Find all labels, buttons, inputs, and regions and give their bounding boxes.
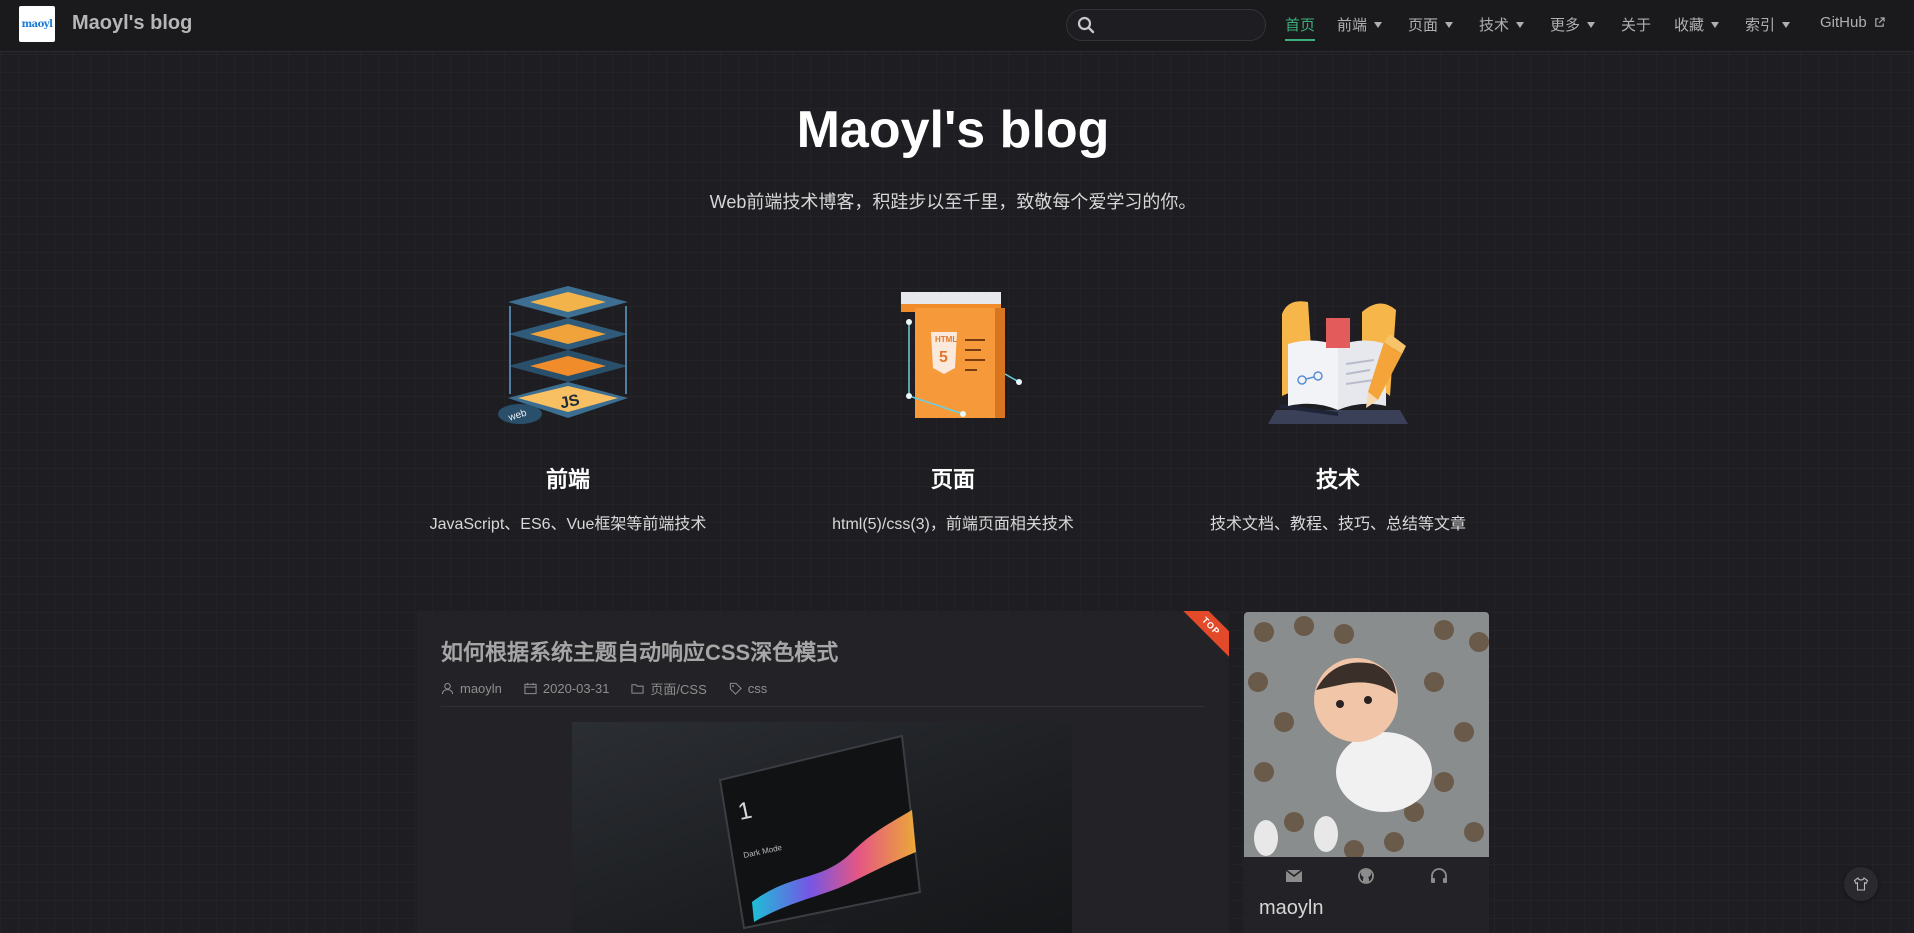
feature-title: 技术 — [1315, 467, 1360, 492]
html5-page-icon: HTML 5 — [901, 292, 1022, 418]
post-date: 2020-03-31 — [524, 679, 610, 698]
nav-label: 技术 — [1479, 17, 1510, 34]
chevron-down-icon — [1711, 21, 1720, 28]
chevron-down-icon — [1587, 21, 1596, 28]
search-icon — [1077, 16, 1095, 34]
dark-mode-monitor-icon: 1 Dark Mode — [718, 734, 922, 933]
nav-item-tech[interactable]: 技术 — [1479, 14, 1525, 35]
theme-toggle-button[interactable] — [1844, 867, 1878, 901]
nav-label: GitHub — [1820, 14, 1867, 31]
calendar-icon — [524, 682, 537, 695]
feature-tech: 技术 技术文档、教程、技巧、总结等文章 — [1158, 284, 1518, 534]
hero-subtitle: Web前端技术博客，积跬步以至千里，致敬每个爱学习的你。 — [709, 192, 1197, 212]
avatar[interactable] — [1244, 612, 1489, 857]
nav-item-favorites[interactable]: 收藏 — [1674, 14, 1720, 35]
github-icon[interactable] — [1356, 867, 1376, 885]
post-cover-image[interactable]: 1 Dark Mode — [572, 722, 1072, 933]
feature-desc: html(5)/css(3)，前端页面相关技术 — [832, 516, 1074, 533]
post-card[interactable]: TOP 如何根据系统主题自动响应CSS深色模式 maoyln 2020-03-3… — [417, 611, 1229, 933]
logo-text: maoyl — [21, 18, 53, 30]
svg-text:HTML: HTML — [935, 335, 957, 344]
nav-item-about[interactable]: 关于 — [1621, 14, 1651, 35]
shirt-icon — [1853, 877, 1869, 891]
nav-item-frontend[interactable]: 前端 — [1337, 14, 1383, 35]
profile-name: maoyln — [1259, 897, 1324, 919]
hero-title: Maoyl's blog — [796, 101, 1110, 159]
post-meta: maoyln 2020-03-31 页面/CSS css — [441, 679, 767, 698]
post-category[interactable]: 页面/CSS — [631, 679, 707, 698]
nav-item-more[interactable]: 更多 — [1550, 14, 1596, 35]
js-layers-icon: JS web — [498, 286, 628, 424]
site-logo[interactable]: maoyl — [19, 6, 55, 42]
nav-item-pages[interactable]: 页面 — [1408, 14, 1454, 35]
nav-item-index[interactable]: 索引 — [1745, 14, 1791, 35]
feature-title: 页面 — [930, 467, 975, 492]
post-tag-text: css — [747, 681, 768, 696]
external-link-icon — [1874, 17, 1885, 27]
search-box[interactable] — [1066, 9, 1266, 41]
nav-label: 首页 — [1285, 17, 1316, 34]
nav-label: 页面 — [1408, 17, 1439, 34]
chevron-down-icon — [1782, 21, 1791, 28]
feature-pages: HTML 5 页面 html(5)/css(3)，前端页面相关技术 — [773, 284, 1133, 534]
nav-label: 索引 — [1745, 17, 1776, 34]
navbar: maoyl Maoyl's blog 首页 前端 页面 技术 更多 关于 收藏 … — [0, 0, 1914, 52]
feature-desc: 技术文档、教程、技巧、总结等文章 — [1209, 516, 1466, 533]
chevron-down-icon — [1516, 21, 1525, 28]
post-author[interactable]: maoyln — [441, 679, 502, 698]
nav-label: 关于 — [1621, 17, 1652, 34]
feature-title: 前端 — [545, 467, 590, 492]
nav-item-github[interactable]: GitHub — [1820, 14, 1885, 31]
nav-item-home[interactable]: 首页 — [1285, 14, 1316, 41]
folder-icon — [631, 684, 645, 694]
svg-text:5: 5 — [939, 349, 948, 366]
social-links — [1244, 867, 1489, 885]
site-name[interactable]: Maoyl's blog — [72, 12, 192, 35]
user-icon — [441, 682, 454, 695]
headphones-icon[interactable] — [1429, 867, 1449, 885]
post-tag[interactable]: css — [729, 679, 768, 698]
post-title[interactable]: 如何根据系统主题自动响应CSS深色模式 — [441, 635, 838, 667]
mail-icon[interactable] — [1284, 867, 1304, 885]
tag-icon — [729, 682, 742, 695]
feature-desc: JavaScript、ES6、Vue框架等前端技术 — [429, 516, 707, 533]
chevron-down-icon — [1374, 21, 1383, 28]
post-date-text: 2020-03-31 — [542, 681, 610, 696]
nav-label: 更多 — [1550, 17, 1581, 34]
book-pencil-icon — [1268, 301, 1408, 424]
feature-frontend: JS web 前端 JavaScript、ES6、Vue框架等前端技术 — [388, 284, 748, 534]
search-input[interactable] — [1101, 14, 1257, 36]
profile-card: maoyln — [1244, 612, 1489, 933]
top-ribbon: TOP — [1176, 611, 1229, 661]
divider — [441, 706, 1205, 707]
post-category-text: 页面/CSS — [650, 682, 707, 697]
nav-label: 收藏 — [1674, 17, 1705, 34]
chevron-down-icon — [1445, 21, 1454, 28]
post-author-name: maoyln — [460, 681, 502, 696]
nav-label: 前端 — [1337, 17, 1368, 34]
